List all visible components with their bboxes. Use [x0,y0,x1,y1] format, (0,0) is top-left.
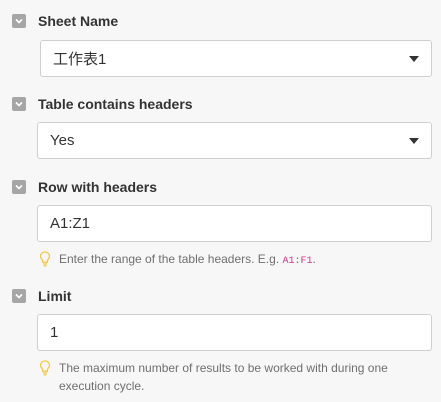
limit-label-row: Limit [12,287,71,305]
limit-hint-text: The maximum number of results to be work… [59,361,388,393]
row-with-headers-value: A1:Z1 [50,215,91,232]
table-contains-headers-select[interactable]: Yes [37,122,432,159]
hint-text-suffix: . [312,252,316,266]
sheet-name-value: 工作表1 [53,51,107,68]
lightbulb-icon [39,360,51,376]
chevron-down-icon [409,55,419,62]
checkbox-chevron-icon [15,18,23,24]
sheet-name-label-row: Sheet Name [12,12,118,30]
sheet-name-select[interactable]: 工作表1 [40,40,432,77]
checkbox-chevron-icon [15,184,23,190]
hint-text-prefix: Enter the range of the table headers. E.… [59,252,280,266]
table-contains-headers-label: Table contains headers [38,96,193,112]
checkbox-chevron-icon [15,101,23,107]
table-contains-headers-label-row: Table contains headers [12,95,193,113]
row-with-headers-hint: Enter the range of the table headers. E.… [37,250,432,271]
row-with-headers-label: Row with headers [38,179,158,195]
row-with-headers-label-row: Row with headers [12,178,157,196]
limit-checkbox[interactable] [12,289,26,303]
limit-hint: The maximum number of results to be work… [37,359,427,395]
row-with-headers-checkbox[interactable] [12,180,26,194]
chevron-down-icon [409,137,419,144]
sheet-name-label: Sheet Name [38,13,119,29]
limit-value: 1 [50,324,59,341]
table-contains-headers-value: Yes [50,132,75,149]
row-with-headers-hint-text: Enter the range of the table headers. E.… [59,250,316,271]
row-with-headers-input[interactable]: A1:Z1 [37,205,432,242]
table-contains-headers-checkbox[interactable] [12,97,26,111]
checkbox-chevron-icon [15,293,23,299]
sheet-name-checkbox[interactable] [12,14,26,28]
limit-input[interactable]: 1 [37,314,432,351]
limit-label: Limit [38,288,72,304]
hint-code: A1:F1 [282,256,313,267]
lightbulb-icon [39,251,51,267]
